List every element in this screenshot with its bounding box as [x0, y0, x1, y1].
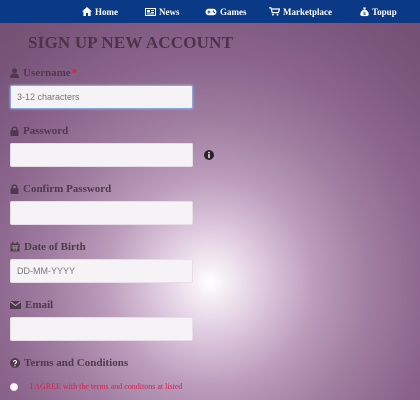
nav-home-label: Home	[95, 6, 118, 17]
top-navbar: Home News Games Marketplace $ Topup	[0, 0, 420, 23]
nav-home[interactable]: Home	[82, 0, 118, 23]
info-icon[interactable]	[204, 150, 214, 160]
calendar-icon	[10, 242, 20, 252]
username-label: Username *	[10, 67, 77, 79]
money-bag-icon: $	[360, 7, 369, 16]
user-icon	[10, 68, 19, 78]
dob-input[interactable]	[10, 259, 193, 283]
nav-news-label: News	[159, 6, 180, 17]
gamepad-icon	[205, 8, 217, 15]
dob-label: Date of Birth	[10, 241, 86, 253]
lock-icon	[10, 184, 19, 194]
shopping-cart-icon	[269, 7, 280, 16]
email-label-text: Email	[25, 299, 54, 311]
username-label-text: Username	[23, 67, 71, 79]
password-label: Password	[10, 125, 68, 137]
newspaper-icon	[145, 7, 156, 16]
terms-agree-radio[interactable]	[10, 383, 18, 391]
username-input[interactable]	[10, 85, 193, 109]
terms-heading: Terms and Conditions	[10, 357, 128, 369]
confirm-password-label: Confirm Password	[10, 183, 111, 195]
nav-topup[interactable]: $ Topup	[360, 0, 397, 23]
nav-news[interactable]: News	[145, 0, 180, 23]
question-circle-icon	[10, 358, 20, 368]
nav-topup-label: Topup	[372, 6, 397, 17]
email-input[interactable]	[10, 317, 193, 341]
dob-label-text: Date of Birth	[24, 241, 86, 253]
required-mark: *	[71, 67, 78, 79]
nav-games-label: Games	[220, 6, 247, 17]
lock-icon	[10, 126, 19, 136]
terms-heading-text: Terms and Conditions	[24, 357, 129, 369]
home-icon	[82, 7, 92, 16]
envelope-icon	[10, 301, 21, 309]
confirm-password-input[interactable]	[10, 201, 193, 225]
password-input[interactable]	[10, 143, 193, 167]
terms-agree-text[interactable]: I AGREE with the terms and conditons at …	[30, 382, 182, 391]
confirm-password-label-text: Confirm Password	[23, 183, 112, 195]
page-title: SIGN UP NEW ACCOUNT	[28, 33, 234, 52]
nav-games[interactable]: Games	[205, 0, 247, 23]
nav-marketplace-label: Marketplace	[283, 6, 332, 17]
password-label-text: Password	[23, 125, 69, 137]
email-label: Email	[10, 299, 53, 311]
nav-marketplace[interactable]: Marketplace	[269, 0, 332, 23]
